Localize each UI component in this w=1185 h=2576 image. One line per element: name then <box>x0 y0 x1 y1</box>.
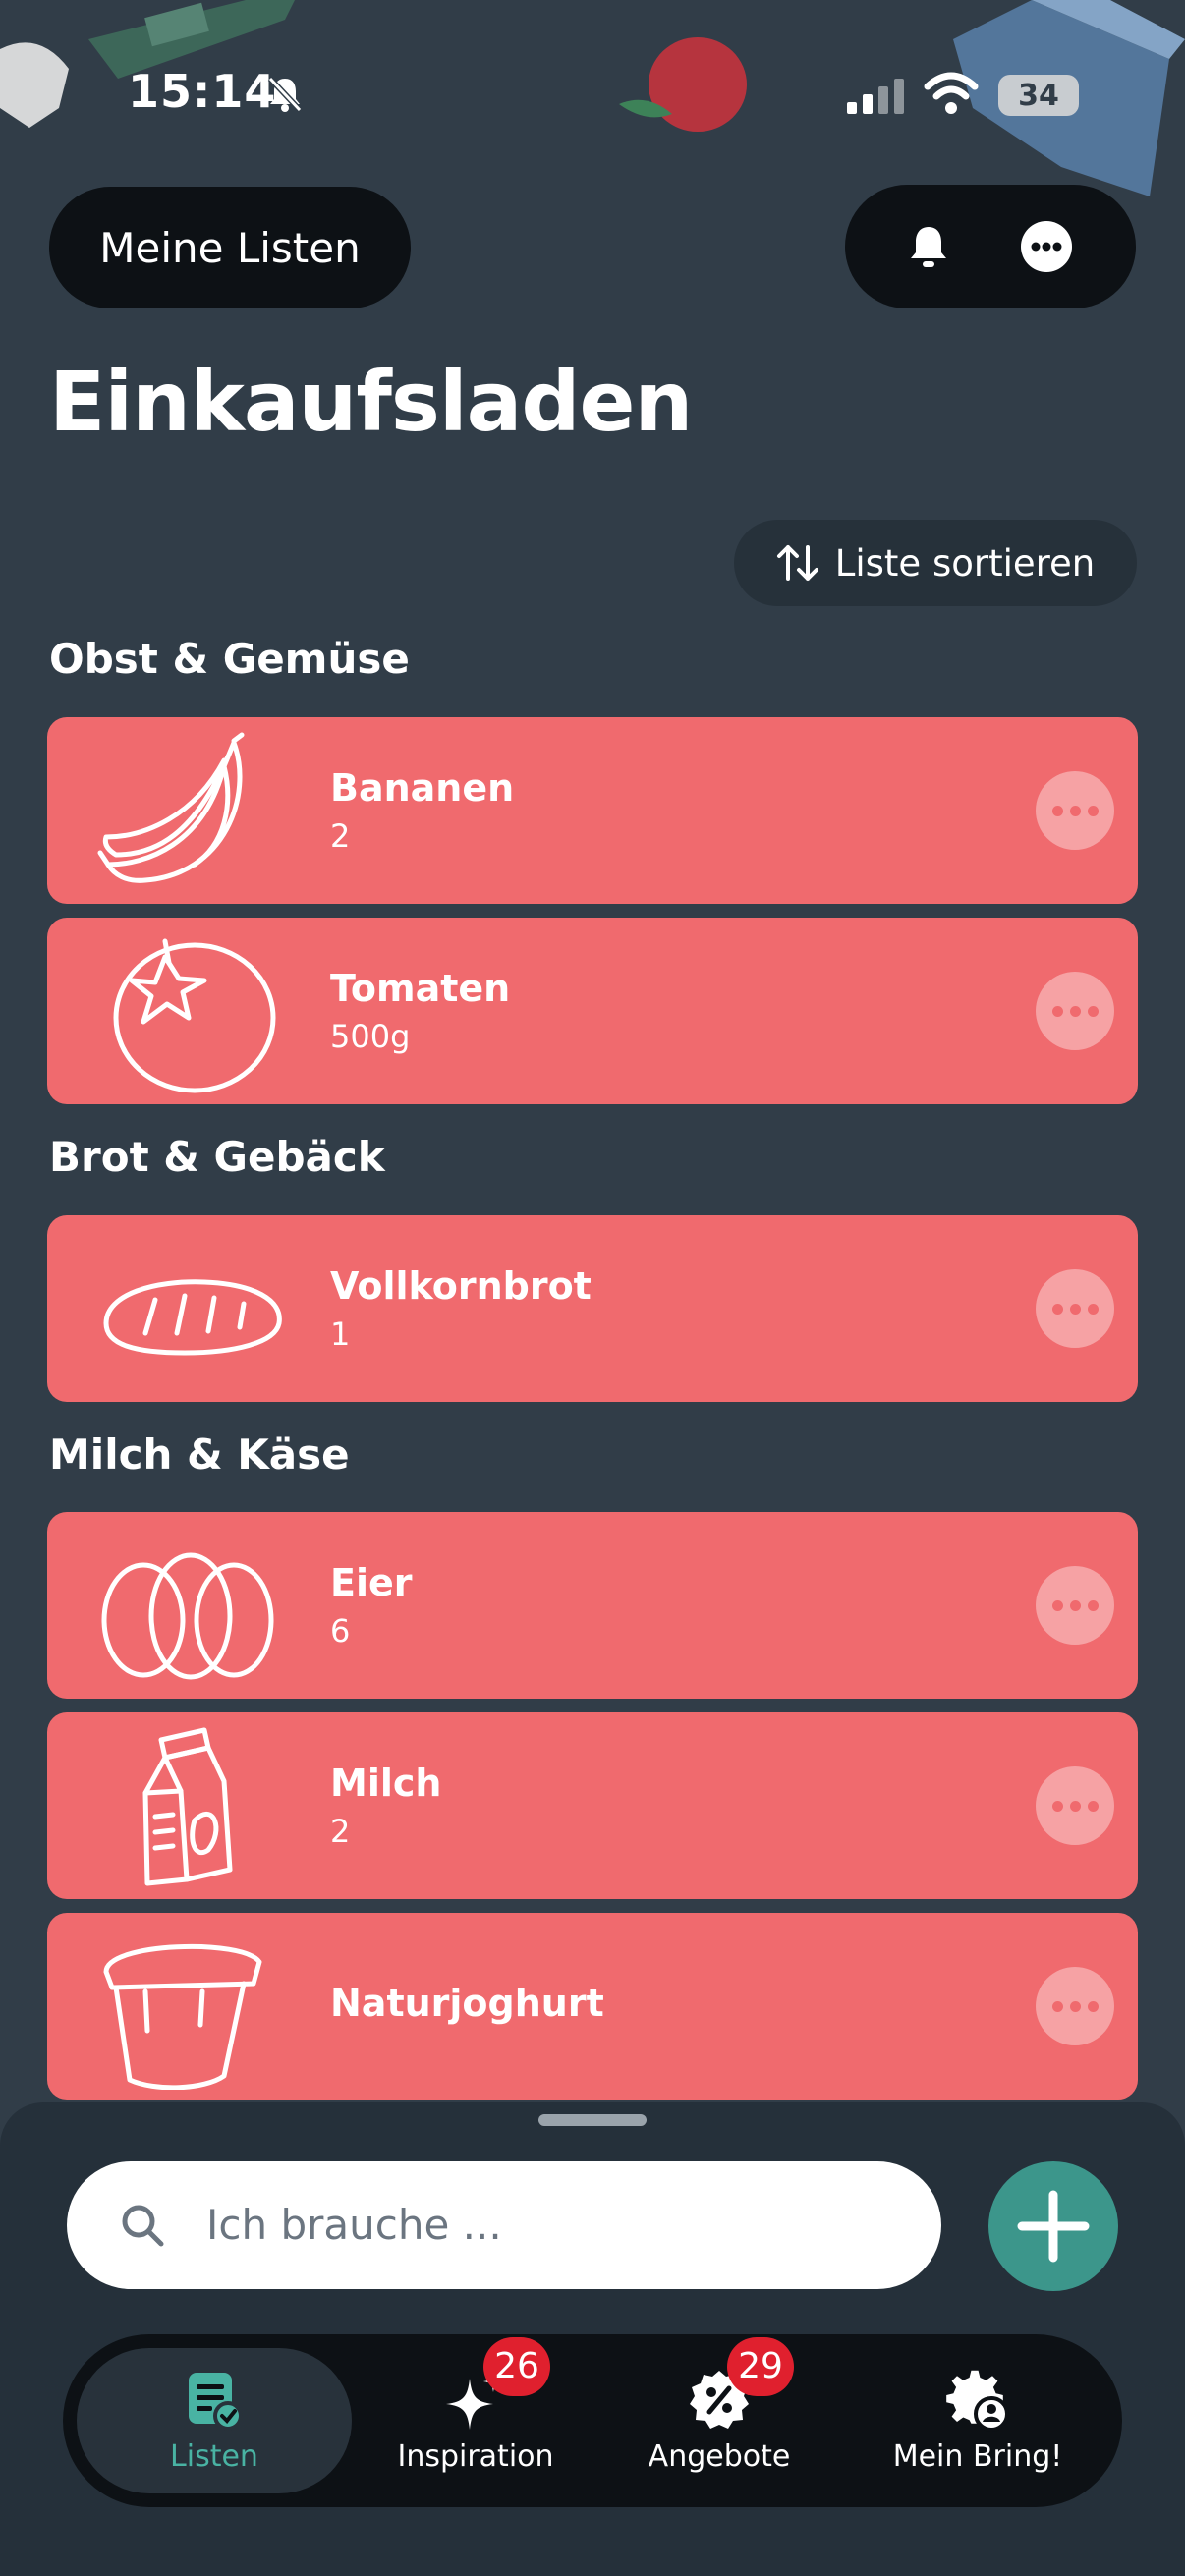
item-quantity: 1 <box>330 1316 351 1353</box>
list-icon <box>189 2372 243 2431</box>
list-item-milch[interactable]: Milch 2 <box>47 1712 1138 1899</box>
item-options-button[interactable] <box>1036 1967 1114 2045</box>
tab-inspiration[interactable]: 26 Inspiration <box>358 2334 593 2507</box>
item-quantity: 2 <box>330 1813 351 1850</box>
tab-label: Angebote <box>648 2438 791 2474</box>
item-options-button[interactable] <box>1036 771 1114 850</box>
sort-icon <box>776 545 818 581</box>
list-item-eier[interactable]: Eier 6 <box>47 1512 1138 1699</box>
my-lists-button[interactable]: Meine Listen <box>49 187 411 308</box>
list-item-naturjoghurt[interactable]: Naturjoghurt <box>47 1913 1138 2100</box>
item-name: Milch <box>330 1762 442 1805</box>
tab-listen[interactable]: Listen <box>77 2348 352 2493</box>
list-item-tomaten[interactable]: Tomaten 500g <box>47 918 1138 1104</box>
tab-label: Mein Bring! <box>892 2438 1063 2474</box>
tab-label: Inspiration <box>397 2438 554 2474</box>
milk-icon <box>142 1727 233 1886</box>
profile-settings-icon <box>946 2370 1009 2432</box>
tab-bar: Listen 26 Inspiration 29 Angebote Mein B… <box>63 2334 1122 2507</box>
status-time: 15:14 <box>128 65 277 118</box>
item-quantity: 500g <box>330 1018 411 1055</box>
eggs-icon <box>101 1552 274 1680</box>
wifi-icon <box>924 72 979 114</box>
item-options-button[interactable] <box>1036 1566 1114 1645</box>
item-quantity: 2 <box>330 817 351 855</box>
cellular-signal-icon <box>847 79 904 114</box>
sort-label: Liste sortieren <box>834 541 1096 585</box>
page-title: Einkaufsladen <box>49 354 693 450</box>
item-options-button[interactable] <box>1036 1766 1114 1845</box>
bread-icon <box>103 1279 282 1356</box>
item-name: Naturjoghurt <box>330 1982 604 2025</box>
header-actions <box>845 185 1136 308</box>
more-options-button[interactable] <box>1002 202 1091 291</box>
item-options-button[interactable] <box>1036 1269 1114 1348</box>
notifications-button[interactable] <box>884 202 973 291</box>
section-title-dairy-cheese: Milch & Käse <box>49 1430 350 1479</box>
badge-angebote: 29 <box>727 2336 794 2396</box>
item-name: Vollkornbrot <box>330 1264 592 1308</box>
item-name: Bananen <box>330 766 515 810</box>
add-item-button[interactable] <box>988 2161 1118 2291</box>
banana-icon <box>97 732 245 883</box>
search-placeholder: Ich brauche ... <box>206 2201 502 2249</box>
badge-inspiration: 26 <box>483 2336 550 2396</box>
item-name: Eier <box>330 1561 413 1604</box>
search-icon <box>122 2205 164 2247</box>
battery-indicator: 34 <box>998 75 1079 116</box>
yogurt-icon <box>103 1943 262 2090</box>
section-title-fruit-vegetables: Obst & Gemüse <box>49 635 410 683</box>
sheet-drag-handle[interactable] <box>538 2114 647 2126</box>
silent-mode-icon <box>267 76 303 113</box>
bell-icon <box>911 227 946 267</box>
strawberry-illustration <box>619 37 747 132</box>
list-item-bananen[interactable]: Bananen 2 <box>47 717 1138 904</box>
tab-angebote[interactable]: 29 Angebote <box>601 2334 837 2507</box>
tab-mein-bring[interactable]: Mein Bring! <box>855 2334 1100 2507</box>
tab-label: Listen <box>170 2438 258 2474</box>
section-title-bread-pastry: Brot & Gebäck <box>49 1133 385 1181</box>
more-icon <box>1021 221 1072 272</box>
plus-icon <box>1017 2190 1090 2263</box>
search-input[interactable]: Ich brauche ... <box>67 2161 941 2289</box>
tomato-icon <box>113 938 276 1093</box>
item-options-button[interactable] <box>1036 972 1114 1050</box>
item-name: Tomaten <box>330 967 511 1010</box>
list-item-vollkornbrot[interactable]: Vollkornbrot 1 <box>47 1215 1138 1402</box>
item-quantity: 6 <box>330 1612 351 1650</box>
sort-list-button[interactable]: Liste sortieren <box>734 520 1137 606</box>
